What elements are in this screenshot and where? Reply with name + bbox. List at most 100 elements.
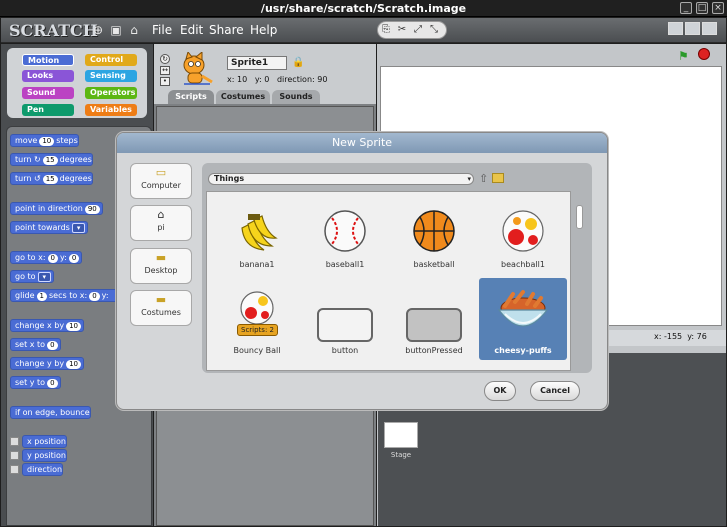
presentation-mode-icon[interactable] xyxy=(702,22,717,35)
category-variables[interactable]: Variables xyxy=(85,104,137,116)
category-sensing[interactable]: Sensing xyxy=(85,70,137,82)
share-icon[interactable]: ⌂ xyxy=(127,23,141,37)
block-set-x[interactable]: set x to 0 xyxy=(10,338,61,351)
duplicate-icon[interactable]: ⎘ xyxy=(378,22,394,38)
tab-sounds[interactable]: Sounds xyxy=(272,90,320,104)
category-control[interactable]: Control xyxy=(85,54,137,66)
block-set-y[interactable]: set y to 0 xyxy=(10,376,61,389)
rotation-style-flip-icon[interactable]: ↔ xyxy=(160,66,170,75)
sprite-item-buttonpressed[interactable]: buttonPressed xyxy=(390,282,478,360)
block-text: glide xyxy=(15,291,35,300)
window-titlebar: /usr/share/scratch/Scratch.image _ □ × xyxy=(0,0,727,17)
tab-scripts[interactable]: Scripts xyxy=(168,90,214,104)
lock-icon[interactable]: 🔒 xyxy=(292,57,304,68)
block-input[interactable]: 0 xyxy=(47,341,58,350)
block-input[interactable]: 0 xyxy=(68,254,80,263)
stop-icon[interactable] xyxy=(698,48,710,60)
block-input[interactable]: 0 xyxy=(89,292,100,301)
reporter-direction[interactable]: direction xyxy=(22,463,64,476)
dialog-title: New Sprite xyxy=(117,133,607,153)
sprite-item-banana1[interactable]: banana1 xyxy=(213,196,301,274)
minimize-icon[interactable]: _ xyxy=(680,2,692,14)
sprite-item-baseball1[interactable]: baseball1 xyxy=(301,196,389,274)
cut-icon[interactable]: ✂ xyxy=(394,22,410,38)
block-go-to-xy[interactable]: go to x: 0 y: 0 xyxy=(10,251,83,264)
block-change-x[interactable]: change x by 10 xyxy=(10,319,84,332)
path-value: Things xyxy=(214,174,245,183)
block-if-on-edge-bounce[interactable]: if on edge, bounce xyxy=(10,406,91,419)
block-point-in-direction[interactable]: point in direction 90 xyxy=(10,202,103,215)
maximize-icon[interactable]: □ xyxy=(696,2,708,14)
block-turn-clockwise[interactable]: turn ↻ 15 degrees xyxy=(10,153,93,166)
checkbox-x-position[interactable] xyxy=(10,437,19,446)
block-text: change x by xyxy=(15,321,65,330)
reporter-y-position[interactable]: y position xyxy=(22,449,67,462)
category-operators[interactable]: Operators xyxy=(85,87,137,99)
block-input[interactable]: 15 xyxy=(42,156,58,165)
stage-thumbnail[interactable] xyxy=(384,422,418,448)
grow-icon[interactable]: ⤢ xyxy=(410,22,426,38)
block-input[interactable]: 1 xyxy=(36,292,47,301)
category-looks[interactable]: Looks xyxy=(22,70,74,82)
block-turn-counterclockwise[interactable]: turn ↺ 15 degrees xyxy=(10,172,93,185)
category-motion[interactable]: Motion xyxy=(22,54,74,66)
sprite-grid: banana1 baseball1 basketball beachball1 … xyxy=(206,191,571,371)
checkbox-y-position[interactable] xyxy=(10,451,19,460)
menu-help[interactable]: Help xyxy=(250,23,277,37)
rotation-style-rotate-icon[interactable]: ↻ xyxy=(160,54,170,64)
cancel-button[interactable]: Cancel xyxy=(530,381,580,401)
sprite-item-cheesy-puffs[interactable]: cheesy-puffs xyxy=(479,278,567,360)
block-input[interactable]: 10 xyxy=(39,137,55,146)
category-selector: Motion Control Looks Sensing Sound Opera… xyxy=(7,48,147,118)
block-input[interactable]: 90 xyxy=(84,205,100,214)
sprite-item-beachball1[interactable]: beachball1 xyxy=(479,196,567,274)
checkbox-direction[interactable] xyxy=(10,465,19,474)
block-input[interactable]: 10 xyxy=(66,360,81,369)
sprite-item-button[interactable]: button xyxy=(301,282,389,360)
stage-thumbnail-label: Stage xyxy=(390,451,412,459)
grid-scrollbar[interactable] xyxy=(576,205,583,229)
new-folder-icon[interactable] xyxy=(492,173,504,183)
block-go-to[interactable]: go to ▾ xyxy=(10,270,55,283)
shrink-icon[interactable]: ⤡ xyxy=(426,22,442,38)
menu-file[interactable]: File xyxy=(152,23,172,37)
rotation-style-none-icon[interactable]: • xyxy=(160,77,170,86)
block-point-towards[interactable]: point towards ▾ xyxy=(10,221,89,234)
rotate-cw-icon: ↻ xyxy=(33,155,41,164)
normal-stage-icon[interactable] xyxy=(685,22,700,35)
sprite-item-basketball[interactable]: basketball xyxy=(390,196,478,274)
save-icon[interactable]: ▣ xyxy=(109,23,123,37)
tab-costumes[interactable]: Costumes xyxy=(216,90,270,104)
block-input[interactable]: 15 xyxy=(42,175,58,184)
block-move-steps[interactable]: move 10 steps xyxy=(10,134,79,147)
sprite-name-field[interactable]: Sprite1 xyxy=(227,56,287,70)
block-input[interactable]: 10 xyxy=(66,322,81,331)
category-sound[interactable]: Sound xyxy=(22,87,74,99)
place-pi[interactable]: ⌂ pi xyxy=(130,205,192,241)
small-stage-icon[interactable] xyxy=(668,22,683,35)
place-computer[interactable]: ▭ Computer xyxy=(130,163,192,199)
menu-share[interactable]: Share xyxy=(209,23,244,37)
up-folder-icon[interactable]: ⇧ xyxy=(479,172,488,185)
block-input[interactable]: 0 xyxy=(47,254,58,263)
sprite-item-bouncy-ball[interactable]: Scripts: 2 Bouncy Ball xyxy=(213,282,301,360)
place-desktop[interactable]: ▬ Desktop xyxy=(130,248,192,284)
block-change-y[interactable]: change y by 10 xyxy=(10,357,84,370)
close-icon[interactable]: × xyxy=(712,2,724,14)
place-costumes[interactable]: ▬ Costumes xyxy=(130,290,192,326)
menu-edit[interactable]: Edit xyxy=(180,23,203,37)
folder-icon: ▬ xyxy=(155,293,167,306)
sprite-direction-value: 90 xyxy=(317,75,328,84)
reporter-x-position[interactable]: x position xyxy=(22,435,67,448)
green-flag-icon[interactable]: ⚑ xyxy=(678,49,689,63)
ok-button[interactable]: OK xyxy=(484,381,516,401)
block-text: turn xyxy=(15,174,32,183)
place-label: pi xyxy=(157,223,165,232)
block-text: set y to xyxy=(15,378,46,387)
category-pen[interactable]: Pen xyxy=(22,104,74,116)
path-dropdown[interactable]: Things ▾ xyxy=(208,173,474,185)
globe-icon[interactable]: ⊕ xyxy=(91,23,105,37)
block-input[interactable]: 0 xyxy=(47,379,58,388)
dropdown-icon[interactable]: ▾ xyxy=(37,272,52,282)
dropdown-icon[interactable]: ▾ xyxy=(71,223,86,233)
